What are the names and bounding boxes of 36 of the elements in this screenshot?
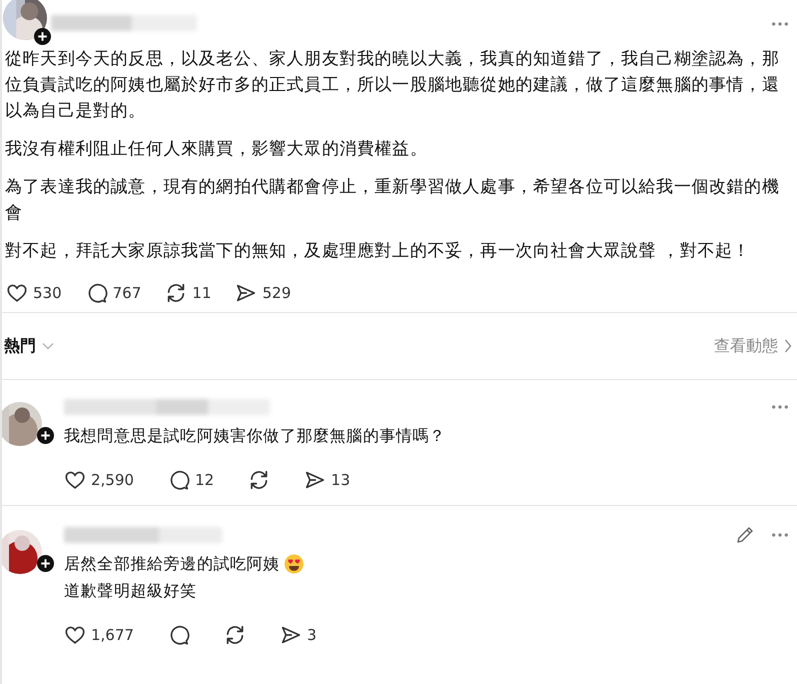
comment-icon[interactable]	[86, 282, 108, 304]
action-count: 3	[306, 626, 316, 644]
send-icon[interactable]	[304, 469, 326, 491]
comment-text: 道歉聲明超級好笑	[64, 580, 197, 602]
view-activity-link[interactable]: 查看動態	[714, 336, 778, 356]
post-paragraph: 對不起，拜託大家原諒我當下的無知，及處理應對上的不妥，再一次向社會大眾說聲 ，對不起！	[5, 240, 752, 263]
post-paragraph: 為了表達我的誠意，現有的網拍代購都會停止，重新學習做人處事，希望各位可以給我一個改錯的機會	[5, 176, 780, 225]
more-icon[interactable]	[771, 404, 789, 410]
comment-icon[interactable]	[168, 624, 190, 646]
action-count: 11	[192, 284, 212, 302]
action-count: 1,677	[91, 626, 134, 644]
send-icon[interactable]	[280, 624, 302, 646]
follow-icon[interactable]	[34, 28, 51, 45]
action-count: 767	[112, 284, 142, 302]
comment-text: 我想問意思是試吃阿姨害你做了那麼無腦的事情嗎？	[64, 425, 446, 447]
heart-icon[interactable]	[64, 624, 86, 646]
action-count: 530	[33, 284, 62, 302]
send-icon[interactable]	[235, 282, 258, 304]
action-count: 12	[194, 471, 214, 489]
comment-text: 居然全部推給旁邊的試吃阿姨	[64, 553, 280, 575]
action-count: 529	[262, 284, 292, 302]
post-paragraph: 我沒有權利阻止任何人來購買，影響大眾的消費權益。	[5, 138, 428, 161]
action-count: 2,590	[91, 471, 134, 489]
action-count: 13	[331, 471, 350, 489]
more-icon[interactable]	[771, 532, 789, 538]
heart-eyes-emoji-icon	[284, 554, 304, 574]
follow-icon[interactable]	[37, 427, 54, 444]
more-icon[interactable]	[771, 21, 789, 27]
follow-icon[interactable]	[37, 555, 54, 572]
heart-icon[interactable]	[64, 469, 86, 491]
pencil-icon[interactable]	[735, 525, 755, 545]
heart-icon[interactable]	[6, 282, 28, 304]
sort-dropdown[interactable]: 熱門	[2, 336, 36, 356]
chevron-right-icon[interactable]	[784, 339, 792, 353]
comment-icon[interactable]	[168, 469, 190, 491]
post-paragraph: 從昨天到今天的反思，以及老公、家人朋友對我的曉以大義，我真的知道錯了，我自己糊塗認為，那位負責試吃的阿姨也屬於好市多的正式員工，所以一股腦地聽從她的建議，做了這麼無腦的事情，還以為自己是對的。	[5, 48, 780, 123]
